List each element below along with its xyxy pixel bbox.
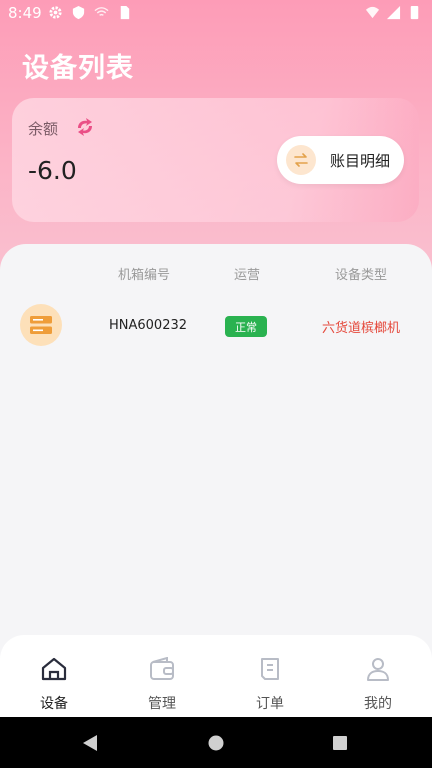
column-header-case-id: 机箱编号 bbox=[118, 268, 171, 283]
device-type: 六货道槟榔机 bbox=[322, 321, 401, 336]
balance-label: 余额 bbox=[28, 120, 59, 138]
table-row[interactable]: HNA600232 正常 六货道槟榔机 bbox=[0, 302, 432, 350]
device-list-panel: 机箱编号 运营 设备类型 HNA600232 正常 六货道槟榔机 bbox=[0, 244, 432, 644]
status-time: 8:49 bbox=[8, 4, 42, 22]
recents-icon[interactable] bbox=[332, 735, 348, 751]
account-detail-button[interactable]: 账目明细 bbox=[277, 136, 404, 184]
document-icon bbox=[261, 658, 279, 680]
bottom-tab-bar: 设备 管理 订单 我的 bbox=[0, 635, 432, 717]
home-button-icon[interactable] bbox=[208, 735, 224, 751]
device-id: HNA600232 bbox=[109, 318, 188, 333]
tab-me-label: 我的 bbox=[364, 696, 392, 712]
home-icon bbox=[41, 657, 67, 681]
tab-me[interactable]: 我的 bbox=[324, 635, 432, 717]
tab-device[interactable]: 设备 bbox=[0, 635, 108, 717]
tab-orders[interactable]: 订单 bbox=[216, 635, 324, 717]
wifi-off-icon bbox=[94, 7, 109, 16]
swap-icon bbox=[286, 145, 316, 175]
person-icon bbox=[367, 658, 389, 681]
settings-icon bbox=[49, 6, 62, 19]
wallet-icon bbox=[150, 657, 174, 680]
balance-card: 余额 -6.0 账目明细 bbox=[12, 98, 419, 222]
wifi-icon bbox=[365, 6, 380, 19]
balance-value: -6.0 bbox=[28, 156, 77, 185]
page-title: 设备列表 bbox=[22, 53, 134, 84]
tab-manage[interactable]: 管理 bbox=[108, 635, 216, 717]
column-header-operation: 运营 bbox=[234, 268, 261, 283]
account-detail-label: 账目明细 bbox=[330, 151, 391, 170]
tab-device-label: 设备 bbox=[40, 696, 68, 712]
refresh-icon[interactable] bbox=[74, 117, 96, 137]
back-icon[interactable] bbox=[82, 734, 98, 752]
tab-manage-label: 管理 bbox=[148, 696, 176, 712]
system-navigation-bar bbox=[0, 717, 432, 768]
sim-card-icon bbox=[120, 5, 130, 20]
battery-icon bbox=[410, 5, 419, 20]
column-header-device-type: 设备类型 bbox=[335, 268, 388, 283]
signal-icon bbox=[386, 5, 401, 20]
status-badge: 正常 bbox=[225, 316, 267, 337]
shield-icon bbox=[72, 5, 85, 20]
status-bar: 8:49 bbox=[0, 0, 432, 26]
server-icon bbox=[20, 304, 62, 346]
tab-orders-label: 订单 bbox=[256, 696, 284, 712]
